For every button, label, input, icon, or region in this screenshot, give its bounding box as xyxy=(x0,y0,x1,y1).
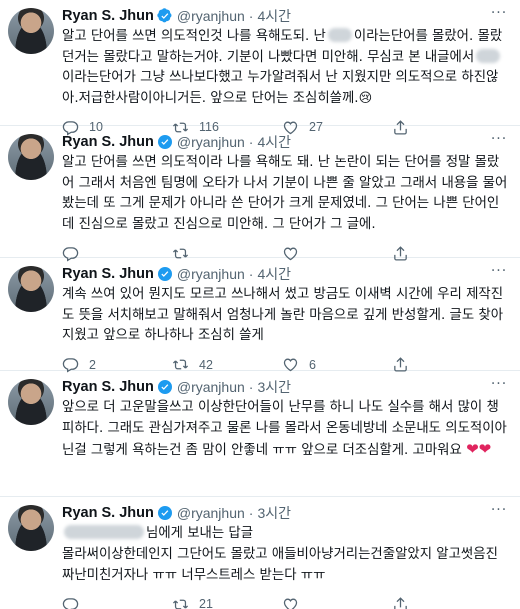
avatar[interactable] xyxy=(8,266,54,312)
tweet[interactable]: Ryan S. Jhun @ryanjhun · 4시간 ··· 알고 단어를 … xyxy=(0,0,520,135)
tweet-text-part: 앞으로 더 고운말을쓰고 이상한단어들이 난무를 하니 나도 실수를 해서 많이… xyxy=(62,400,507,458)
tweet-time[interactable]: 4시간 xyxy=(257,6,291,26)
author-name[interactable]: Ryan S. Jhun xyxy=(62,134,154,150)
verified-badge-icon xyxy=(157,8,172,23)
reply-button[interactable] xyxy=(62,596,172,609)
tweet[interactable]: Ryan S. Jhun @ryanjhun · 3시간 ··· 님에게 보내는… xyxy=(0,497,520,609)
author-name[interactable]: Ryan S. Jhun xyxy=(62,505,154,521)
tweet-header: Ryan S. Jhun @ryanjhun · 4시간 xyxy=(62,132,510,152)
redacted-username[interactable] xyxy=(64,525,144,539)
replying-to-label: 님에게 보내는 답글 xyxy=(146,526,254,541)
tweet[interactable]: Ryan S. Jhun @ryanjhun · 4시간 ··· 계속 쓰여 있… xyxy=(0,258,520,373)
separator-dot: · xyxy=(248,8,254,24)
more-options-icon[interactable]: ··· xyxy=(490,377,508,393)
author-handle[interactable]: @ryanjhun xyxy=(177,134,245,150)
more-options-icon[interactable]: ··· xyxy=(490,6,508,22)
tweet-text: 알고 단어를 쓰면 의도적인것 나를 욕해도되. 난 이라는단어를 몰랐어. 몰랐… xyxy=(62,27,510,109)
share-button[interactable] xyxy=(392,596,502,609)
tweet-text: 알고 단어를 쓰면 의도적이라 나를 욕해도 돼. 난 논란이 되는 단어를 정… xyxy=(62,155,508,232)
author-handle[interactable]: @ryanjhun xyxy=(177,8,245,24)
tweet-text-part: 이라는단어가 그냥 쓰나보다했고 누가알려줘서 난 지웠지만 의도적으로 하진않… xyxy=(62,70,499,106)
tweet-text-part: 알고 단어를 쓰면 의도적인것 나를 욕해도되. 난 xyxy=(62,29,326,44)
tweet-time[interactable]: 4시간 xyxy=(257,264,291,284)
avatar[interactable] xyxy=(8,134,54,180)
verified-badge-icon xyxy=(157,506,172,520)
more-options-icon[interactable]: ··· xyxy=(490,132,508,148)
redacted-word xyxy=(476,48,501,63)
tweet-time[interactable]: 3시간 xyxy=(257,377,291,397)
tweet-time[interactable]: 4시간 xyxy=(257,132,291,152)
author-name[interactable]: Ryan S. Jhun xyxy=(62,8,154,24)
like-count: 6 xyxy=(309,357,316,372)
avatar[interactable] xyxy=(8,8,54,54)
like-button[interactable] xyxy=(282,596,392,609)
crying-emoji: 😢 xyxy=(358,90,373,106)
reply-count: 2 xyxy=(89,357,96,372)
replying-to: 님에게 보내는 답글 xyxy=(62,524,510,544)
retweet-count: 21 xyxy=(199,597,213,609)
tweet-text: 앞으로 더 고운말을쓰고 이상한단어들이 난무를 하니 나도 실수를 해서 많이… xyxy=(62,398,510,462)
verified-badge-icon xyxy=(157,135,172,149)
tweet-header: Ryan S. Jhun @ryanjhun · 3시간 xyxy=(62,377,510,397)
tweet-text: 몰라써이상한데인지 그단어도 몰랐고 애들비아냥거리는건줄알았지 알고썻음진짜난… xyxy=(62,547,498,583)
more-options-icon[interactable]: ··· xyxy=(490,264,508,280)
author-handle[interactable]: @ryanjhun xyxy=(177,505,245,521)
tweet-text: 계속 쓰여 있어 뭔지도 모르고 쓰나해서 썼고 방금도 이새벽 시간에 우리 … xyxy=(62,287,504,343)
redacted-word xyxy=(327,28,352,42)
tweet[interactable]: Ryan S. Jhun @ryanjhun · 3시간 ··· 앞으로 더 고… xyxy=(0,371,520,497)
share-icon xyxy=(394,596,407,609)
tweet[interactable]: Ryan S. Jhun @ryanjhun · 4시간 ··· 알고 단어를 … xyxy=(0,126,520,261)
reply-icon xyxy=(62,597,79,609)
separator-dot: · xyxy=(248,266,254,282)
avatar[interactable] xyxy=(8,379,54,425)
retweet-icon xyxy=(172,599,189,609)
more-options-icon[interactable]: ··· xyxy=(490,503,508,519)
author-name[interactable]: Ryan S. Jhun xyxy=(62,266,154,282)
verified-badge-icon xyxy=(157,380,172,394)
tweet-header: Ryan S. Jhun @ryanjhun · 3시간 xyxy=(62,503,510,523)
heart-icon xyxy=(283,598,298,609)
verified-badge-icon xyxy=(157,267,172,281)
tweet-actions: 21 xyxy=(62,588,510,609)
author-handle[interactable]: @ryanjhun xyxy=(177,266,245,282)
author-name[interactable]: Ryan S. Jhun xyxy=(62,379,154,395)
tweet-header: Ryan S. Jhun @ryanjhun · 4시간 xyxy=(62,264,510,284)
tweet-time[interactable]: 3시간 xyxy=(257,503,291,523)
tweet-feed: Ryan S. Jhun @ryanjhun · 4시간 ··· 알고 단어를 … xyxy=(0,0,520,609)
separator-dot: · xyxy=(248,505,254,521)
separator-dot: · xyxy=(248,134,254,150)
red-hearts-emoji: ❤❤ xyxy=(466,440,492,458)
retweet-button[interactable]: 21 xyxy=(172,596,282,609)
author-handle[interactable]: @ryanjhun xyxy=(177,379,245,395)
retweet-count: 42 xyxy=(199,357,213,372)
tweet-header: Ryan S. Jhun @ryanjhun · 4시간 xyxy=(62,6,510,26)
avatar[interactable] xyxy=(8,505,54,551)
separator-dot: · xyxy=(248,379,254,395)
